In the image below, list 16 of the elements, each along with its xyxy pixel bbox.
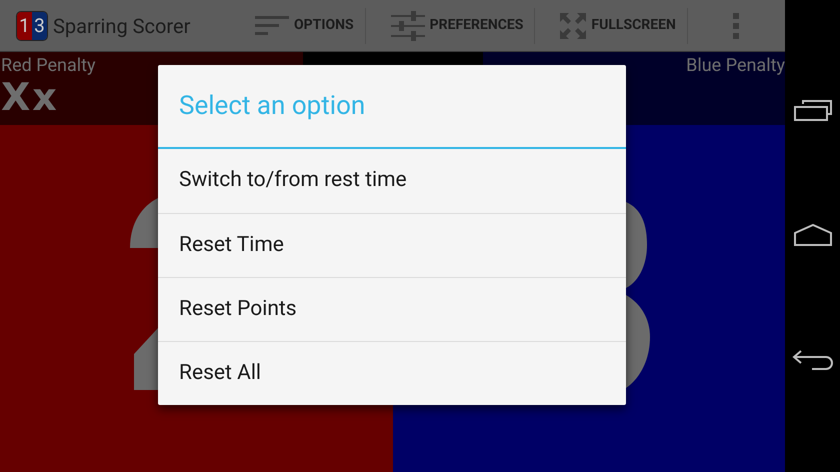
home-icon[interactable] bbox=[794, 222, 832, 247]
menu-item[interactable]: Switch to/from rest time bbox=[158, 149, 626, 213]
menu-item[interactable]: Reset Time bbox=[158, 213, 626, 277]
recent-apps-icon[interactable] bbox=[792, 100, 832, 122]
sliders-icon bbox=[390, 10, 425, 40]
menu-item[interactable]: Reset All bbox=[158, 341, 626, 405]
app-logo-icon: 1 3 bbox=[16, 10, 48, 40]
app-title: Sparring Scorer bbox=[53, 12, 190, 40]
back-icon[interactable] bbox=[792, 348, 834, 372]
menu-item[interactable]: Reset Points bbox=[158, 277, 626, 341]
penalty-marks: Xx bbox=[1, 80, 59, 114]
sort-lines-icon bbox=[255, 14, 289, 36]
expand-arrows-icon bbox=[560, 12, 586, 38]
penalty-label: Blue Penalty bbox=[686, 54, 785, 78]
penalty-label: Red Penalty bbox=[1, 54, 96, 78]
dialog-title: Select an option bbox=[179, 90, 366, 122]
